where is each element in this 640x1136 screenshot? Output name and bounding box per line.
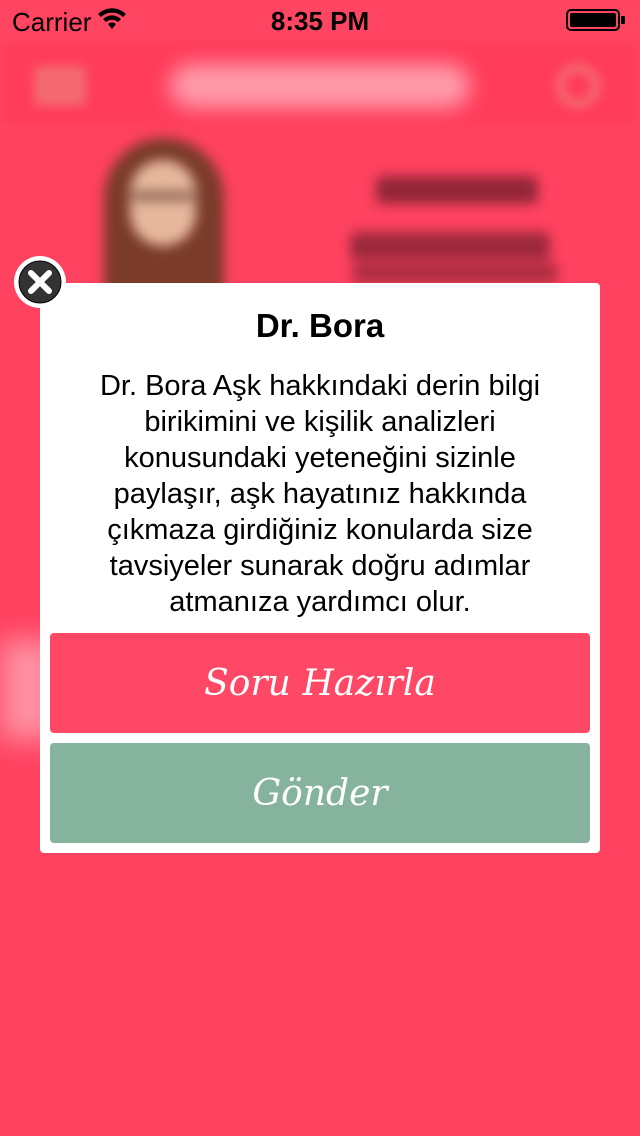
prepare-question-button[interactable]: Soru Hazırla <box>50 633 590 733</box>
menu-icon <box>34 66 86 106</box>
background-text <box>352 262 558 284</box>
background-text <box>376 176 538 204</box>
modal-description: Dr. Bora Aşk hakkındaki derin bilgi biri… <box>99 370 541 618</box>
send-button[interactable]: Gönder <box>50 743 590 843</box>
status-bar: Carrier 8:35 PM <box>0 0 640 40</box>
close-icon[interactable] <box>12 254 68 310</box>
modal-title: Dr. Bora <box>255 307 385 344</box>
background-text <box>350 232 550 260</box>
doctor-photo <box>92 130 232 308</box>
app-logo <box>170 64 470 108</box>
battery-icon <box>566 9 625 31</box>
search-icon <box>556 64 600 108</box>
status-time: 8:35 PM <box>270 6 370 36</box>
info-modal: Dr. Bora Dr. Bora Aşk hakkındaki derin b… <box>40 283 600 853</box>
